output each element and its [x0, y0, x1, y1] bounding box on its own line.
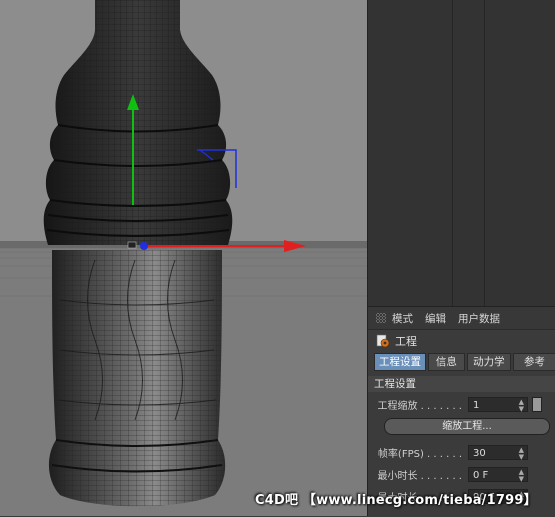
3d-viewport[interactable]: [0, 0, 367, 516]
menu-mode[interactable]: 模式: [392, 311, 413, 326]
tab-info[interactable]: 信息: [428, 353, 465, 371]
section-title: 工程设置: [368, 376, 555, 392]
min-duration-value: 0 F: [473, 469, 489, 481]
row-fps: 帧率(FPS) . . . . . . 30 ▲ ▼: [368, 442, 555, 462]
project-scale-value: 1: [473, 399, 480, 411]
attributes-panel: 模式 编辑 用户数据 工程 工程设置 信息 动力学 参考 工程设置 工程缩放 .…: [368, 306, 555, 517]
attributes-title-row: 工程: [368, 330, 555, 352]
project-scale-field[interactable]: 1 ▲ ▼: [468, 396, 528, 413]
tab-dynamics[interactable]: 动力学: [466, 353, 511, 371]
scale-project-button[interactable]: 缩放工程...: [384, 417, 550, 435]
menu-user-data[interactable]: 用户数据: [458, 311, 500, 326]
menu-edit[interactable]: 编辑: [425, 311, 446, 326]
bottle-lower-mesh: [48, 250, 226, 507]
project-icon: [376, 334, 390, 348]
row-scale-button: 缩放工程...: [368, 416, 555, 436]
right-panels: 模式 编辑 用户数据 工程 工程设置 信息 动力学 参考 工程设置 工程缩放 .…: [367, 0, 555, 517]
watermark-text: C4D吧 【www.linecg.com/tieba/1799】: [255, 493, 537, 508]
unit-dropdown-button[interactable]: [532, 396, 542, 412]
tab-reference[interactable]: 参考: [512, 353, 555, 371]
tab-project-settings[interactable]: 工程设置: [374, 353, 426, 371]
panel-grip-icon[interactable]: [376, 313, 386, 323]
row-min-duration: 最小时长 . . . . . . . 0 F ▲ ▼: [368, 464, 555, 484]
spinner-icon[interactable]: ▲ ▼: [519, 446, 524, 461]
row-project-scale: 工程缩放 . . . . . . . 1 ▲ ▼: [368, 394, 555, 414]
spinner-icon[interactable]: ▲ ▼: [519, 468, 524, 483]
attributes-title: 工程: [395, 335, 417, 348]
attribute-tabs: 工程设置 信息 动力学 参考: [368, 352, 555, 372]
fps-value: 30: [473, 447, 486, 459]
panel-divider: [484, 0, 485, 306]
panel-divider: [452, 0, 453, 306]
spinner-icon[interactable]: ▲ ▼: [519, 398, 524, 413]
min-duration-field[interactable]: 0 F ▲ ▼: [468, 466, 528, 483]
viewport-canvas: [0, 0, 367, 516]
fps-label: 帧率(FPS) . . . . . .: [377, 448, 462, 460]
fps-field[interactable]: 30 ▲ ▼: [468, 444, 528, 461]
min-duration-label: 最小时长 . . . . . . .: [377, 470, 462, 482]
project-scale-label: 工程缩放 . . . . . . .: [377, 400, 462, 412]
attributes-menubar: 模式 编辑 用户数据: [368, 307, 555, 330]
